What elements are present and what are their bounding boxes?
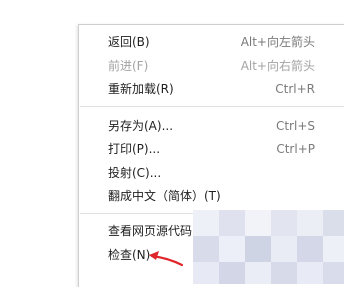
menu-item-cast-label: 投射(C)... [108, 166, 162, 180]
menu-item-print-shortcut: Ctrl+P [276, 142, 315, 156]
menu-item-view-source-label: 查看网页源代码( [108, 224, 197, 238]
menu-item-forward-label: 前进(F) [108, 59, 149, 73]
menu-item-translate[interactable]: 翻成中文（简体）(T) [79, 184, 344, 208]
menu-item-reload[interactable]: 重新加载(R) Ctrl+R [79, 77, 344, 101]
menu-item-translate-label: 翻成中文（简体）(T) [108, 189, 221, 203]
menu-item-save-as-shortcut: Ctrl+S [275, 119, 315, 133]
menu-item-inspect-label: 检查(N) [108, 248, 151, 262]
menu-item-print[interactable]: 打印(P)... Ctrl+P [79, 137, 344, 161]
menu-separator [80, 106, 344, 107]
pixelated-overlay [193, 210, 344, 284]
menu-item-forward: 前进(F) Alt+向右箭头 [79, 54, 344, 78]
menu-item-reload-shortcut: Ctrl+R [275, 82, 315, 96]
menu-item-print-label: 打印(P)... [108, 142, 161, 156]
menu-item-back-shortcut: Alt+向左箭头 [240, 35, 315, 49]
menu-item-forward-shortcut: Alt+向右箭头 [240, 59, 315, 73]
menu-item-reload-label: 重新加载(R) [108, 82, 174, 96]
menu-item-cast[interactable]: 投射(C)... [79, 161, 344, 185]
menu-item-save-as[interactable]: 另存为(A)... Ctrl+S [79, 114, 344, 138]
menu-item-back-label: 返回(B) [108, 35, 150, 49]
menu-item-back[interactable]: 返回(B) Alt+向左箭头 [79, 30, 344, 54]
red-arrow-icon [149, 251, 184, 267]
menu-item-save-as-label: 另存为(A)... [108, 119, 174, 133]
